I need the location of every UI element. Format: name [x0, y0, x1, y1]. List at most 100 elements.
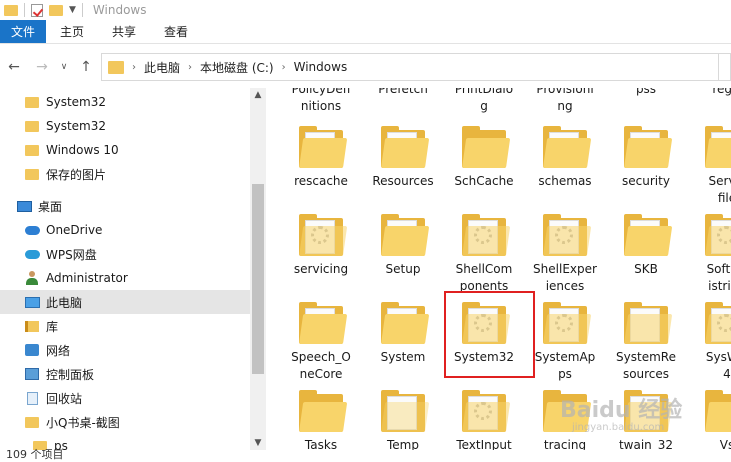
nav-item-system32[interactable]: System32: [0, 90, 250, 114]
chevron-right-icon[interactable]: ›: [282, 62, 286, 73]
nav-item-control-panel[interactable]: 控制面板: [0, 362, 250, 386]
computer-icon: [24, 296, 40, 308]
nav-item-label: Windows 10: [46, 143, 119, 157]
folder-tile[interactable]: TextInput: [443, 390, 525, 450]
chevron-right-icon[interactable]: ›: [132, 62, 136, 73]
forward-arrow-icon[interactable]: →: [32, 59, 52, 75]
folder-icon: [462, 126, 511, 168]
new-folder-icon[interactable]: [49, 4, 63, 16]
folder-icon: [705, 126, 731, 168]
folder-label: 4: [723, 367, 731, 381]
folder-tile[interactable]: Softwa istribu: [686, 214, 731, 295]
nav-item-label: System32: [46, 95, 107, 109]
nav-pane-scrollbar[interactable]: ▲ ▼: [250, 88, 266, 450]
up-arrow-icon[interactable]: ↑: [76, 59, 96, 75]
nav-item-wps-cloud[interactable]: WPS网盘: [0, 242, 250, 266]
folder-tile[interactable]: Setup: [362, 214, 444, 278]
folder-label: ShellCom: [455, 262, 513, 276]
nav-item-recycle-bin[interactable]: 回收站: [0, 386, 250, 410]
control-panel-icon: [25, 368, 39, 380]
tab-view[interactable]: 查看: [150, 20, 202, 43]
tab-share[interactable]: 共享: [98, 20, 150, 43]
folder-label: Prefetch: [378, 88, 428, 96]
folder-label: g: [480, 99, 488, 113]
nav-item-windows-10[interactable]: Windows 10: [0, 138, 250, 162]
folder-tile-system32-highlighted[interactable]: System32: [443, 302, 525, 366]
folder-label: Servic: [708, 174, 731, 188]
folder-tile[interactable]: Temp: [362, 390, 444, 450]
properties-icon[interactable]: [31, 3, 43, 17]
recent-locations-icon[interactable]: ∨: [54, 62, 74, 72]
folder-icon: [705, 302, 731, 344]
back-arrow-icon[interactable]: ←: [4, 59, 24, 75]
folder-tile[interactable]: Prefetch: [362, 88, 444, 98]
folder-icon: [381, 390, 430, 432]
nav-item-desktop[interactable]: 桌面: [0, 194, 250, 218]
folder-tile[interactable]: ShellCom ponents: [443, 214, 525, 295]
folder-tile[interactable]: ShellExper iences: [524, 214, 606, 295]
folder-tile[interactable]: SchCache: [443, 126, 525, 190]
folder-tile[interactable]: pss: [605, 88, 687, 98]
nav-item-saved-pictures[interactable]: 保存的图片: [0, 162, 250, 186]
folder-icon: [705, 214, 731, 256]
watermark-url: jingyan.baidu.com: [572, 422, 665, 433]
scroll-up-icon[interactable]: ▲: [250, 90, 266, 100]
scrollbar-thumb[interactable]: [252, 184, 264, 374]
folder-icon: [543, 214, 592, 256]
user-icon: [26, 271, 38, 285]
folder-icon: [108, 60, 124, 74]
folder-tile[interactable]: Speech_O neCore: [280, 302, 362, 383]
chevron-right-icon[interactable]: ›: [188, 62, 192, 73]
nav-item-onedrive[interactable]: OneDrive: [0, 218, 250, 242]
nav-item-this-pc[interactable]: 此电脑: [0, 290, 250, 314]
folder-tile[interactable]: Provisioni ng: [524, 88, 606, 115]
folder-tile[interactable]: Vs: [686, 390, 731, 450]
folder-label: PolicyDefi: [291, 88, 351, 96]
nav-item-label: 桌面: [38, 199, 63, 214]
tab-file[interactable]: 文件: [0, 20, 46, 43]
folder-icon: [25, 120, 39, 132]
folder-tile[interactable]: Servic file: [686, 126, 731, 207]
customize-quick-access-icon[interactable]: ▼: [69, 5, 76, 15]
nav-item-system32[interactable]: System32: [0, 114, 250, 138]
folder-icon: [705, 390, 731, 432]
folder-tile[interactable]: security: [605, 126, 687, 190]
folder-label: iences: [545, 279, 585, 293]
folder-tile[interactable]: rescache: [280, 126, 362, 190]
folder-tile[interactable]: schemas: [524, 126, 606, 190]
folder-label: Speech_O: [291, 350, 351, 364]
folder-icon: [299, 390, 348, 432]
nav-item-administrator[interactable]: Administrator: [0, 266, 250, 290]
folder-tile[interactable]: servicing: [280, 214, 362, 278]
folder-tile[interactable]: System: [362, 302, 444, 366]
folder-tile[interactable]: SystemRe sources: [605, 302, 687, 383]
folder-tile[interactable]: PolicyDefi nitions: [280, 88, 362, 115]
onedrive-icon: [24, 225, 40, 235]
folder-icon: [624, 126, 673, 168]
address-bar[interactable]: › 此电脑 › 本地磁盘 (C:) › Windows: [101, 53, 719, 81]
breadcrumb-local-disk[interactable]: 本地磁盘 (C:): [200, 59, 274, 76]
nav-item-network[interactable]: 网络: [0, 338, 250, 362]
folder-tile[interactable]: SystemAp ps: [524, 302, 606, 383]
folder-label: SchCache: [454, 174, 514, 188]
nav-item-screenshot-folder[interactable]: 小Q书桌-截图: [0, 410, 250, 434]
folder-tile[interactable]: Resources: [362, 126, 444, 190]
breadcrumb-windows[interactable]: Windows: [294, 60, 348, 74]
folder-label: PrintDialo: [454, 88, 514, 96]
folder-label: Provisioni: [536, 88, 594, 96]
folder-tile[interactable]: Tasks: [280, 390, 362, 450]
address-dropdown[interactable]: [719, 53, 731, 81]
folder-label: ponents: [459, 279, 509, 293]
watermark-brand: Baidu 经验: [560, 398, 683, 423]
folder-tile[interactable]: PrintDialo g: [443, 88, 525, 115]
nav-item-libraries[interactable]: 库: [0, 314, 250, 338]
folder-tile[interactable]: SKB: [605, 214, 687, 278]
navigation-bar: ← → ∨ ↑ › 此电脑 › 本地磁盘 (C:) › Windows: [0, 48, 731, 86]
tab-home[interactable]: 主页: [46, 20, 98, 43]
folder-tile[interactable]: regis: [686, 88, 731, 98]
folder-label: Tasks: [304, 438, 338, 450]
scroll-down-icon[interactable]: ▼: [250, 438, 266, 448]
nav-item-label: OneDrive: [46, 223, 103, 237]
breadcrumb-this-pc[interactable]: 此电脑: [144, 59, 180, 76]
folder-tile[interactable]: SysWO 4: [686, 302, 731, 383]
